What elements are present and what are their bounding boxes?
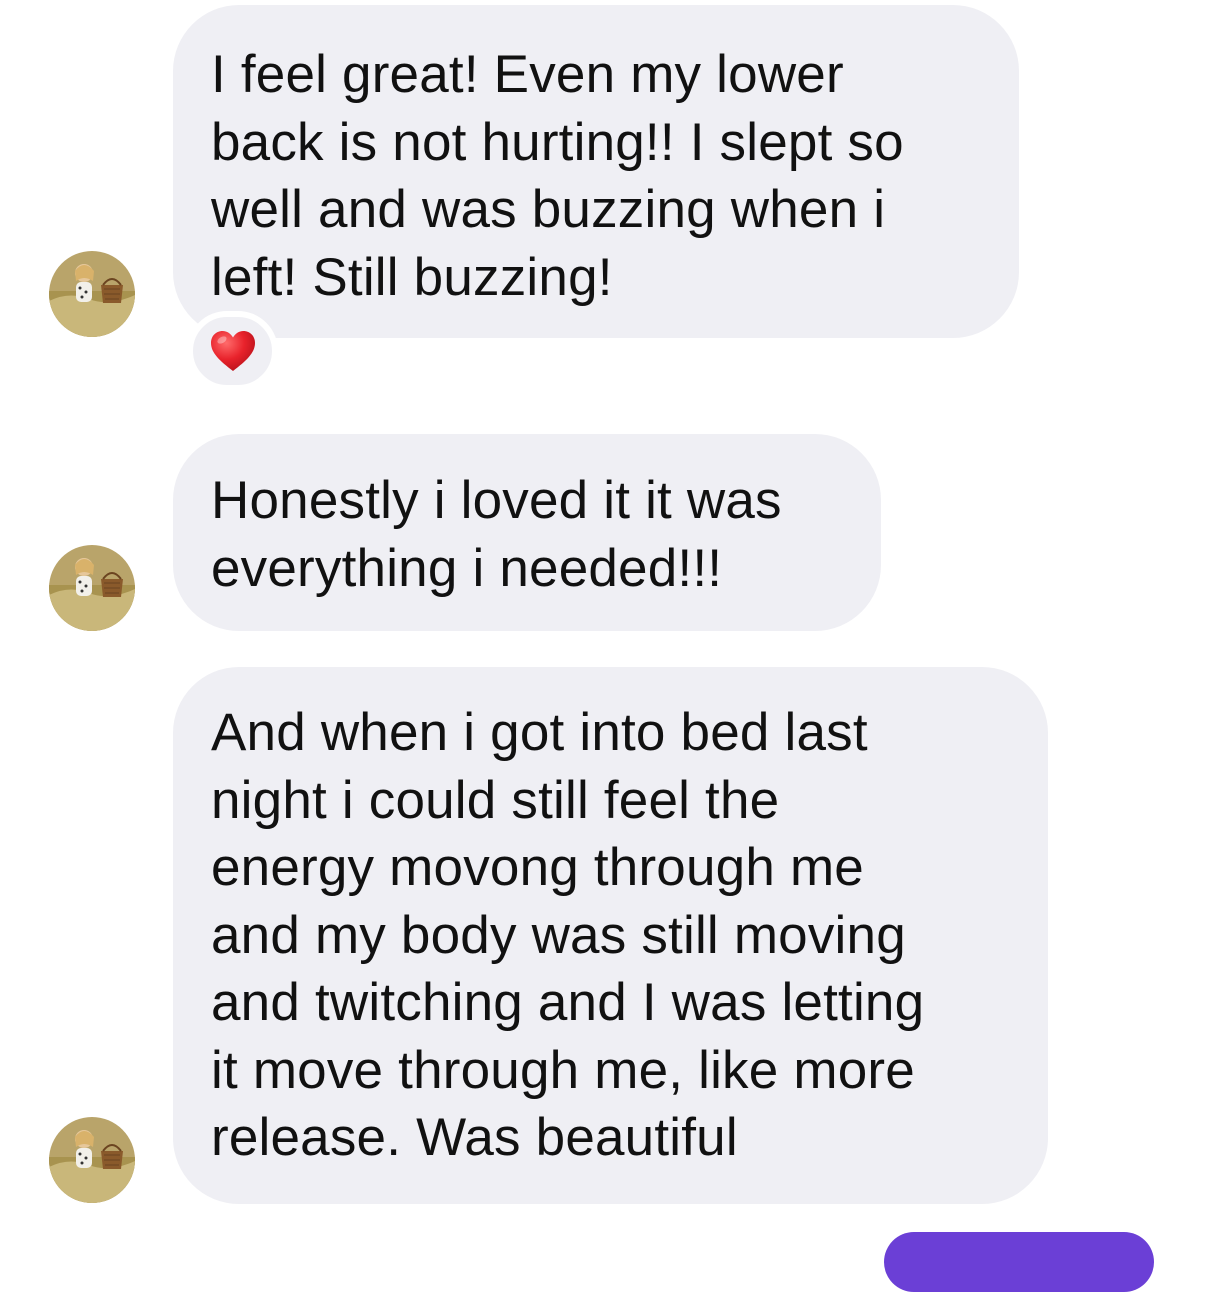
sender-avatar[interactable] bbox=[49, 545, 135, 631]
sender-avatar[interactable] bbox=[49, 251, 135, 337]
message-reaction[interactable] bbox=[187, 311, 278, 391]
message-bubble[interactable]: Honestly i loved it it was everything i … bbox=[173, 434, 881, 631]
outgoing-message-bubble[interactable] bbox=[884, 1232, 1154, 1292]
sender-avatar[interactable] bbox=[49, 1117, 135, 1203]
heart-icon bbox=[210, 331, 255, 371]
message-bubble[interactable]: And when i got into bed last night i cou… bbox=[173, 667, 1048, 1204]
message-bubble[interactable]: I feel great! Even my lower back is not … bbox=[173, 5, 1019, 338]
